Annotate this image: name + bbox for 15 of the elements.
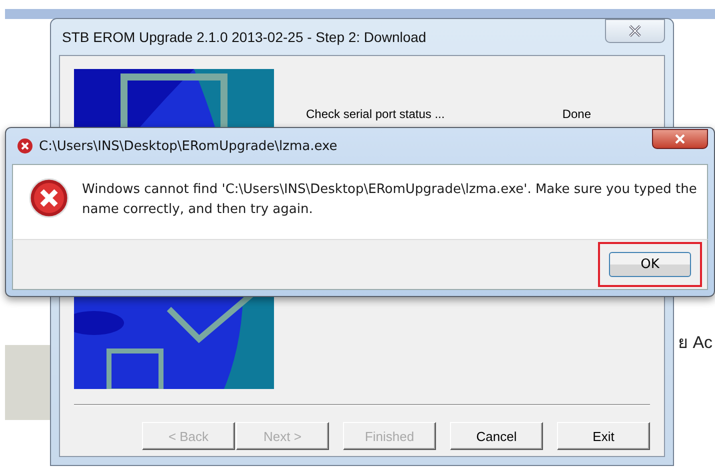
wizard-button[interactable]: Exit [557,422,650,450]
error-icon [29,178,69,218]
status-label: Check serial port status ... [306,107,445,121]
close-button[interactable] [652,129,708,149]
status-result: Done [562,107,591,121]
error-icon [17,138,33,154]
dialog-title: C:\Users\INS\Desktop\ERomUpgrade\lzma.exe [39,138,338,154]
wizard-button[interactable]: Cancel [450,422,543,450]
window-title: STB EROM Upgrade 2.1.0 2013-02-25 - Step 2: Download [62,29,426,45]
close-icon [628,25,642,37]
error-message: Windows cannot find 'C:\Users\INS\Desktop\ERomUpgrade\lzma.exe'. Make sure you typed the name correctly, and then try again. [82,181,698,219]
close-button[interactable] [605,19,665,43]
page-text: ย Ac [678,332,713,354]
ok-button[interactable]: OK [609,252,691,277]
close-icon [674,134,686,144]
